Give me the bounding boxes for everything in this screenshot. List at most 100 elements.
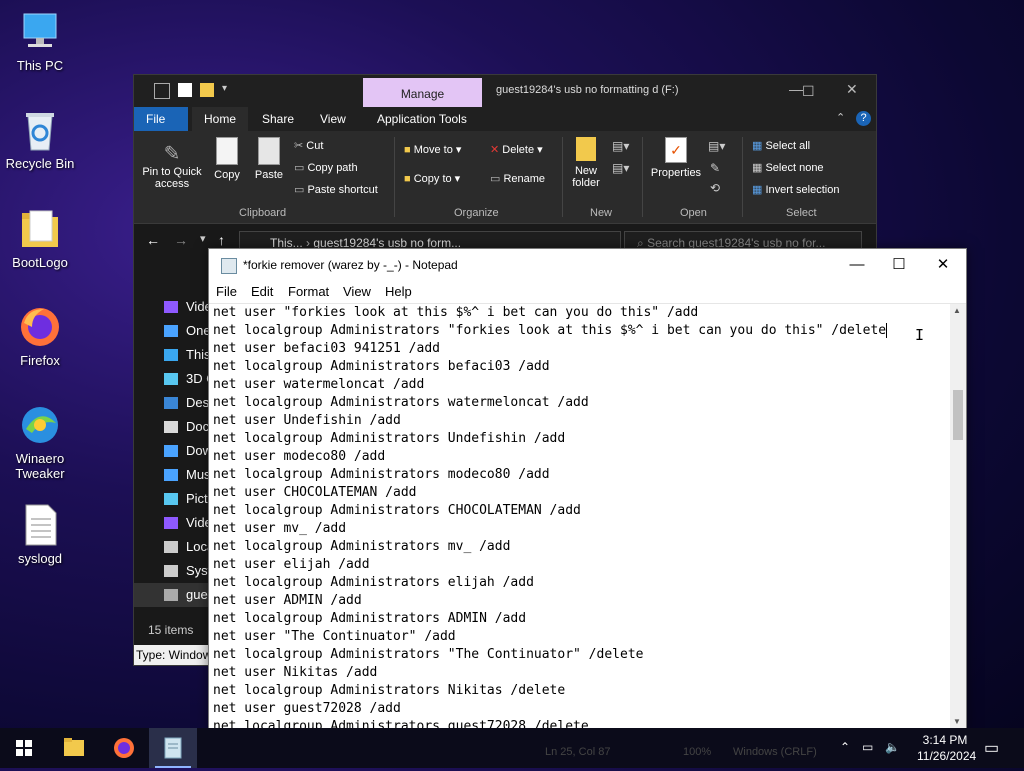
properties-button[interactable]: ✓ Properties: [648, 137, 704, 179]
menu-file[interactable]: File: [216, 284, 237, 299]
tab-file[interactable]: File: [134, 107, 188, 131]
help-icon[interactable]: ?: [856, 111, 871, 126]
desktop-icon-winaero[interactable]: Winaero Tweaker: [0, 403, 80, 481]
up-arrow-icon[interactable]: ↑: [218, 232, 225, 248]
nav-item[interactable]: Music: [134, 463, 208, 487]
nav-item-label: guest: [186, 587, 208, 602]
nav-item[interactable]: Videos: [134, 295, 208, 319]
text-line: net localgroup Administrators watermelon…: [213, 395, 589, 410]
menu-view[interactable]: View: [343, 284, 371, 299]
pc-icon: [164, 349, 178, 361]
nav-item[interactable]: Desktop: [134, 391, 208, 415]
maximize-icon[interactable]: ☐: [877, 253, 921, 277]
notifications-icon[interactable]: ▭: [984, 738, 999, 758]
rename-button[interactable]: ▭ Rename: [490, 172, 545, 185]
pin-quick-access-button[interactable]: ✎ Pin to Quick access: [140, 141, 204, 190]
vertical-scrollbar[interactable]: ▲ ▼: [950, 304, 966, 728]
chevron-down-icon[interactable]: ▾: [222, 83, 236, 97]
show-hidden-icons-icon[interactable]: ⌃: [840, 740, 850, 754]
menu-format[interactable]: Format: [288, 284, 329, 299]
tab-application-tools[interactable]: Application Tools: [365, 107, 479, 131]
notepad-window[interactable]: *forkie remover (warez by -_-) - Notepad…: [208, 248, 967, 730]
close-icon[interactable]: ✕: [921, 253, 965, 277]
text-editor-area[interactable]: net user "forkies look at this $%^ i bet…: [209, 304, 954, 729]
new-item-icon[interactable]: ▤▾: [612, 139, 629, 153]
copy-path-button[interactable]: ▭ Copy path: [294, 161, 358, 174]
disk-icon: [164, 541, 178, 553]
copy-to-button[interactable]: ■ Copy to ▾: [404, 172, 460, 185]
minimize-icon[interactable]: —: [789, 81, 803, 97]
scrollbar-thumb[interactable]: [953, 390, 963, 440]
nav-item[interactable]: guest: [134, 583, 208, 607]
start-button[interactable]: [0, 728, 48, 768]
firefox-icon: [18, 305, 62, 349]
paste-shortcut-button[interactable]: ▭ Paste shortcut: [294, 183, 378, 196]
maximize-icon[interactable]: ☐: [802, 83, 815, 100]
text-line: net user Nikitas /add: [213, 665, 378, 680]
nav-item[interactable]: This PC: [134, 343, 208, 367]
minimize-icon[interactable]: —: [835, 253, 879, 277]
edit-icon[interactable]: ✎: [710, 161, 720, 175]
history-icon[interactable]: ⟲: [710, 181, 720, 195]
desktop-icon-label: Winaero Tweaker: [15, 451, 65, 481]
cut-button[interactable]: ✂ Cut: [294, 139, 323, 152]
paste-button[interactable]: Paste: [252, 137, 286, 181]
copy-button[interactable]: Copy: [212, 137, 242, 181]
quick-access-toolbar: ▾: [154, 83, 236, 99]
nav-item[interactable]: Documents: [134, 415, 208, 439]
explorer-title-bar[interactable]: ▾ Manage guest19284's usb no formatting …: [134, 75, 876, 107]
forward-arrow-icon[interactable]: →: [174, 232, 188, 248]
nav-item[interactable]: 3D Objects: [134, 367, 208, 391]
recent-locations-icon[interactable]: ▾: [200, 232, 206, 245]
select-none-button[interactable]: ▦ Select none: [752, 161, 824, 174]
nav-item[interactable]: Downloads: [134, 439, 208, 463]
scroll-down-icon[interactable]: ▼: [953, 717, 961, 726]
copy-path-icon: ▭: [294, 162, 308, 174]
taskbar-file-explorer[interactable]: [50, 728, 98, 768]
nav-item[interactable]: OneDrive: [134, 319, 208, 343]
chevron-up-icon[interactable]: ⌃: [836, 111, 845, 124]
new-folder-button[interactable]: New folder: [566, 137, 606, 189]
checkbox-icon[interactable]: [178, 83, 192, 97]
usb-icon[interactable]: [154, 83, 170, 99]
tab-home[interactable]: Home: [192, 107, 249, 131]
menu-edit[interactable]: Edit: [251, 284, 273, 299]
notepad-icon: [164, 737, 182, 759]
desktop-icon-this-pc[interactable]: This PC: [0, 10, 80, 73]
scroll-up-icon[interactable]: ▲: [953, 306, 961, 315]
usb-icon: [164, 589, 178, 601]
taskbar-firefox[interactable]: [100, 728, 148, 768]
nav-item[interactable]: System: [134, 559, 208, 583]
back-arrow-icon[interactable]: ←: [146, 232, 160, 248]
organize-group-label: Organize: [454, 207, 499, 219]
desktop-icon-syslogd[interactable]: syslogd: [0, 503, 80, 566]
close-icon[interactable]: ✕: [846, 81, 858, 98]
volume-muted-icon[interactable]: 🔈: [885, 740, 900, 754]
tab-manage[interactable]: Manage: [363, 78, 482, 107]
menu-help[interactable]: Help: [385, 284, 412, 299]
desktop-icon-bootlogo[interactable]: BootLogo: [0, 207, 80, 270]
text-line: net localgroup Administrators "forkies l…: [213, 323, 888, 338]
move-to-button[interactable]: ■ Move to ▾: [404, 143, 461, 156]
invert-selection-button[interactable]: ▦ Invert selection: [752, 183, 839, 196]
network-icon[interactable]: ▭: [862, 740, 873, 754]
tab-view[interactable]: View: [308, 107, 358, 131]
delete-button[interactable]: ✕ Delete ▾: [490, 143, 543, 156]
nav-item[interactable]: Pictures: [134, 487, 208, 511]
easy-access-icon[interactable]: ▤▾: [612, 161, 629, 175]
desktop-icon-recycle-bin[interactable]: Recycle Bin: [0, 108, 80, 171]
nav-item[interactable]: Local Disk: [134, 535, 208, 559]
clock[interactable]: 3:14 PM 11/26/2024: [917, 733, 976, 763]
taskbar-notepad[interactable]: [149, 728, 197, 768]
desktop-icon-firefox[interactable]: Firefox: [0, 305, 80, 368]
tab-share[interactable]: Share: [250, 107, 306, 131]
select-none-icon: ▦: [752, 162, 766, 174]
copy-icon: [216, 137, 238, 165]
select-all-button[interactable]: ▦ Select all: [752, 139, 810, 152]
nav-item-label: Music: [186, 467, 208, 482]
nav-item[interactable]: Videos: [134, 511, 208, 535]
folder-icon: ■: [404, 144, 414, 156]
folder-icon[interactable]: [200, 83, 214, 97]
notepad-title-bar[interactable]: *forkie remover (warez by -_-) - Notepad…: [209, 249, 966, 281]
open-icon[interactable]: ▤▾: [708, 139, 725, 153]
